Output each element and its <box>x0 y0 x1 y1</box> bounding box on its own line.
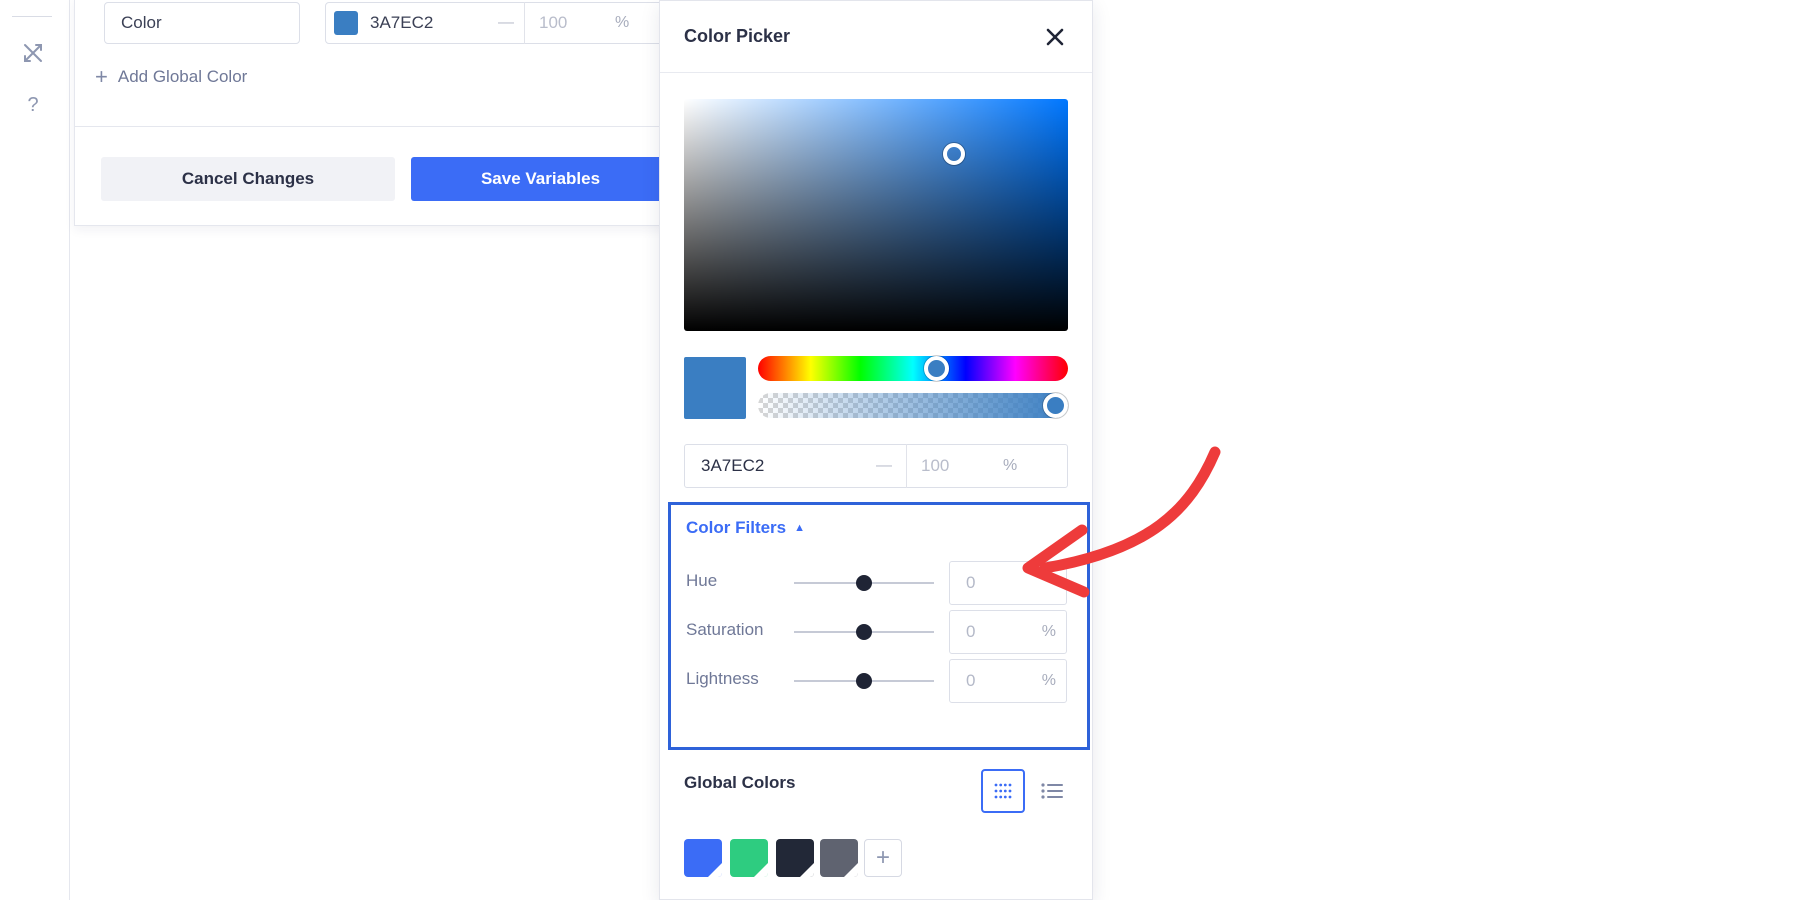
cancel-changes-button[interactable]: Cancel Changes <box>101 157 395 201</box>
filter-slider-knob[interactable] <box>856 673 872 689</box>
global-color-swatch[interactable] <box>776 839 814 877</box>
global-color-swatch[interactable] <box>820 839 858 877</box>
filter-slider-track[interactable] <box>794 680 934 682</box>
left-rail: ? <box>0 0 70 900</box>
add-global-color-label: Add Global Color <box>118 67 247 87</box>
filter-value-field[interactable]: 0 % <box>949 610 1067 654</box>
list-view-icon[interactable] <box>1032 771 1072 811</box>
global-colors-title: Global Colors <box>684 773 795 793</box>
grid-view-icon[interactable] <box>981 769 1025 813</box>
caret-up-icon: ▲ <box>794 522 805 534</box>
swatch-corner-icon <box>800 863 814 877</box>
filter-row-saturation: Saturation 0 % <box>686 610 1076 654</box>
saturation-value-handle[interactable] <box>943 143 965 165</box>
filter-value[interactable]: 0 <box>966 671 975 691</box>
annotation-arrow-icon <box>1010 440 1250 600</box>
color-picker-title: Color Picker <box>684 26 790 47</box>
filter-slider-knob[interactable] <box>856 575 872 591</box>
filter-unit: % <box>1042 672 1056 690</box>
filter-value-field[interactable]: 0 % <box>949 659 1067 703</box>
filter-label: Saturation <box>686 620 764 640</box>
variable-name-field[interactable]: Color <box>104 2 300 44</box>
picker-opacity-value[interactable]: 100 <box>921 456 991 476</box>
global-color-swatch[interactable] <box>730 839 768 877</box>
filter-value[interactable]: 0 <box>966 622 975 642</box>
swatch-corner-icon <box>708 863 722 877</box>
variables-panel: Color 3A7EC2 — 100 % + Add Global Color … <box>74 0 669 226</box>
hue-slider[interactable] <box>758 356 1068 381</box>
picker-field-separator <box>906 444 907 488</box>
filter-slider-track[interactable] <box>794 582 934 584</box>
filter-row-lightness: Lightness 0 % <box>686 659 1076 703</box>
rail-divider <box>12 16 52 17</box>
filter-label: Lightness <box>686 669 759 689</box>
variable-dash: — <box>498 14 514 32</box>
save-variables-button[interactable]: Save Variables <box>411 157 670 201</box>
variable-field-separator <box>524 2 525 44</box>
panel-divider <box>75 126 670 127</box>
global-color-swatch[interactable] <box>684 839 722 877</box>
swatch-corner-icon <box>844 863 858 877</box>
picker-hex-value[interactable]: 3A7EC2 <box>701 456 876 476</box>
help-icon[interactable]: ? <box>18 90 48 120</box>
color-filters-toggle[interactable]: Color Filters ▲ <box>686 518 805 538</box>
color-picker-header: Color Picker <box>660 1 1092 73</box>
variable-color-swatch[interactable] <box>334 11 358 35</box>
filter-label: Hue <box>686 571 717 591</box>
variable-opacity-value[interactable]: 100 <box>539 13 599 33</box>
variable-hex-value[interactable]: 3A7EC2 <box>370 13 470 33</box>
variable-opacity-unit: % <box>615 14 629 32</box>
tools-icon[interactable] <box>18 38 48 68</box>
hue-slider-handle[interactable] <box>924 356 949 381</box>
current-color-preview <box>684 357 746 419</box>
filter-value[interactable]: 0 <box>966 573 975 593</box>
add-global-swatch-button[interactable]: + <box>864 839 902 877</box>
picker-dash: — <box>876 457 892 475</box>
plus-icon: + <box>95 64 108 90</box>
alpha-slider[interactable] <box>758 393 1068 418</box>
color-filters-label: Color Filters <box>686 518 786 538</box>
filter-unit: % <box>1042 623 1056 641</box>
swatch-corner-icon <box>754 863 768 877</box>
filter-slider-track[interactable] <box>794 631 934 633</box>
close-icon[interactable] <box>1042 24 1068 50</box>
add-global-color-button[interactable]: + Add Global Color <box>95 64 247 90</box>
saturation-value-area[interactable] <box>684 99 1068 331</box>
variable-color-field[interactable]: 3A7EC2 — 100 % <box>325 2 670 44</box>
alpha-slider-handle[interactable] <box>1043 393 1068 418</box>
variable-name-value: Color <box>121 13 162 33</box>
filter-slider-knob[interactable] <box>856 624 872 640</box>
